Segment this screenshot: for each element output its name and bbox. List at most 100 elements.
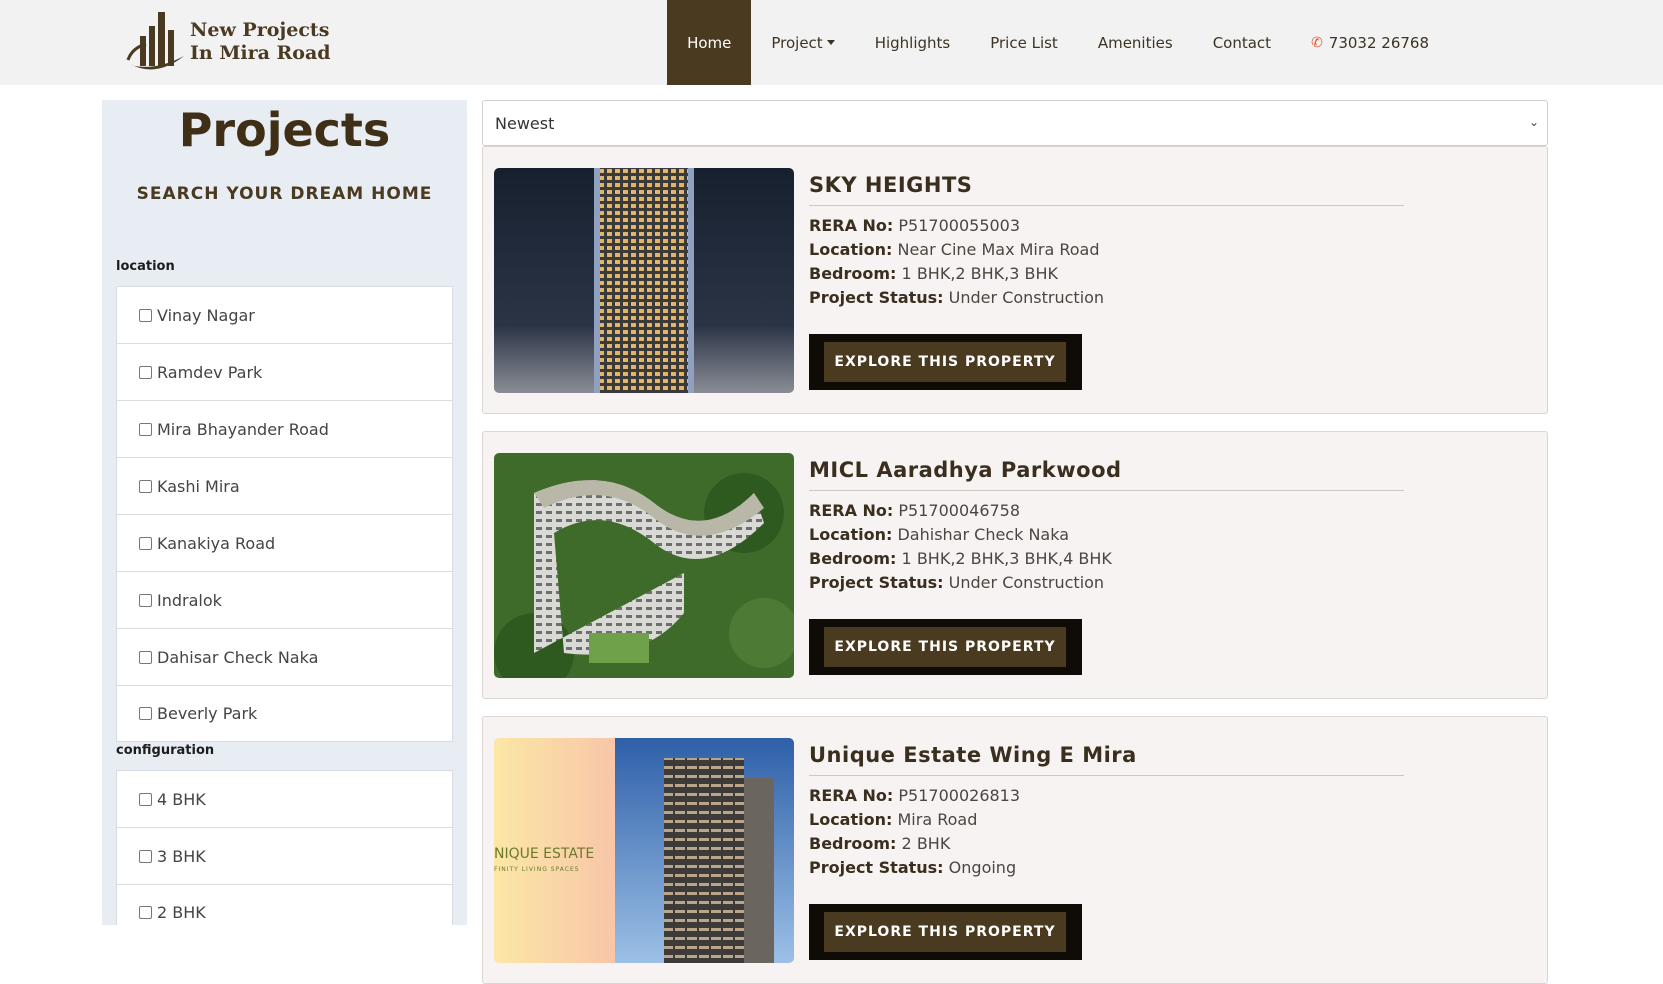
bedroom-label: Bedroom: [809,834,897,853]
bedroom-value: 1 BHK,2 BHK,3 BHK [901,264,1059,283]
nav-project-dropdown[interactable]: Project [751,0,854,85]
sort-selected-value: Newest [495,113,555,133]
project-image[interactable] [494,453,794,678]
explore-property-button[interactable]: EXPLORE THIS PROPERTY [809,904,1082,960]
checkbox[interactable] [139,792,152,806]
configuration-filter-list: 4 BHK 3 BHK 2 BHK [116,770,453,925]
status-value: Under Construction [948,573,1105,592]
sort-select[interactable]: Newest ⌄ [482,100,1548,146]
checkbox[interactable] [139,536,152,550]
location-option[interactable]: Beverly Park [116,685,453,742]
status-line: Project Status: Under Construction [809,286,1404,310]
bedroom-line: Bedroom: 2 BHK [809,832,1404,856]
building-logo-icon [126,12,184,70]
nav-price-list[interactable]: Price List [970,0,1078,85]
bedroom-value: 2 BHK [901,834,951,853]
location-filter-label: location [116,259,175,274]
status-line: Project Status: Ongoing [809,856,1404,880]
location-option[interactable]: Indralok [116,571,453,628]
location-option-label: Beverly Park [157,704,258,723]
caret-down-icon [826,40,835,45]
nav-amenities[interactable]: Amenities [1078,0,1193,85]
configuration-option-label: 4 BHK [157,789,206,809]
project-card: MICL Aaradhya Parkwood RERA No: P5170004… [482,431,1548,699]
rera-line: RERA No: P51700026813 [809,784,1404,808]
configuration-option-label: 2 BHK [157,903,206,922]
image-brand-text: NIQUE ESTATE [494,846,595,862]
rera-line: RERA No: P51700046758 [809,499,1404,523]
status-line: Project Status: Under Construction [809,571,1404,595]
project-title[interactable]: SKY HEIGHTS [809,173,1404,206]
logo-text: New Projects In Mira Road [190,19,331,65]
tower-night-image [494,168,794,393]
status-label: Project Status: [809,858,944,877]
nav-contact[interactable]: Contact [1193,0,1291,85]
configuration-option[interactable]: 2 BHK [116,884,453,925]
location-label: Location: [809,240,893,259]
checkbox[interactable] [139,650,152,664]
project-info: SKY HEIGHTS RERA No: P51700055003 Locati… [809,173,1404,310]
logo-line-2: In Mira Road [190,42,331,64]
bedroom-label: Bedroom: [809,549,897,568]
project-title[interactable]: MICL Aaradhya Parkwood [809,458,1404,491]
location-label: Location: [809,810,893,829]
explore-button-label: EXPLORE THIS PROPERTY [824,342,1066,382]
location-line: Location: Dahishar Check Naka [809,523,1404,547]
location-value: Dahishar Check Naka [897,525,1070,544]
chevron-down-icon: ⌄ [1528,115,1539,129]
rera-label: RERA No: [809,501,894,520]
bedroom-line: Bedroom: 1 BHK,2 BHK,3 BHK [809,262,1404,286]
checkbox[interactable] [139,422,152,436]
nav-home[interactable]: Home [667,0,752,85]
project-info: MICL Aaradhya Parkwood RERA No: P5170004… [809,458,1404,595]
project-title[interactable]: Unique Estate Wing E Mira [809,743,1404,776]
nav-highlights[interactable]: Highlights [855,0,971,85]
location-option[interactable]: Kashi Mira [116,457,453,514]
configuration-option-label: 3 BHK [157,846,206,866]
location-option-label: Mira Bhayander Road [157,419,329,439]
rera-value: P51700055003 [898,216,1021,235]
aerial-tower-image [494,453,794,678]
main-nav: Home Project Highlights Price List Ameni… [667,0,1449,85]
location-option-label: Indralok [157,590,222,610]
rera-value: P51700046758 [898,501,1021,520]
checkbox[interactable] [139,906,152,919]
location-option[interactable]: Kanakiya Road [116,514,453,571]
nav-phone[interactable]: ✆ 73032 26768 [1291,0,1449,85]
location-option[interactable]: Dahisar Check Naka [116,628,453,685]
location-option-label: Vinay Nagar [157,305,255,325]
site-header: New Projects In Mira Road Home Project H… [0,0,1663,85]
explore-property-button[interactable]: EXPLORE THIS PROPERTY [809,334,1082,390]
explore-property-button[interactable]: EXPLORE THIS PROPERTY [809,619,1082,675]
status-label: Project Status: [809,573,944,592]
bedroom-value: 1 BHK,2 BHK,3 BHK,4 BHK [901,549,1112,568]
project-image[interactable]: NIQUE ESTATE FINITY LIVING SPACES [494,738,794,963]
configuration-option[interactable]: 3 BHK [116,827,453,884]
checkbox[interactable] [139,593,152,607]
location-option-label: Ramdev Park [157,362,263,382]
location-option[interactable]: Ramdev Park [116,343,453,400]
location-line: Location: Near Cine Max Mira Road [809,238,1404,262]
site-logo[interactable]: New Projects In Mira Road [126,8,336,76]
project-info: Unique Estate Wing E Mira RERA No: P5170… [809,743,1404,880]
location-value: Mira Road [897,810,978,829]
sidebar-subtitle: SEARCH YOUR DREAM HOME [136,184,433,204]
checkbox[interactable] [139,308,152,322]
checkbox[interactable] [139,849,152,863]
checkbox[interactable] [139,479,152,493]
checkbox[interactable] [139,707,152,720]
configuration-option[interactable]: 4 BHK [116,770,453,827]
location-option[interactable]: Vinay Nagar [116,286,453,343]
location-option[interactable]: Mira Bhayander Road [116,400,453,457]
checkbox[interactable] [139,365,152,379]
location-value: Near Cine Max Mira Road [897,240,1100,259]
project-image[interactable] [494,168,794,393]
image-brand-tagline: FINITY LIVING SPACES [494,866,580,873]
bedroom-label: Bedroom: [809,264,897,283]
nav-project-label: Project [771,33,823,52]
phone-icon: ✆ [1311,34,1323,51]
status-value: Ongoing [948,858,1017,877]
location-label: Location: [809,525,893,544]
project-card: SKY HEIGHTS RERA No: P51700055003 Locati… [482,146,1548,414]
filter-sidebar: Projects SEARCH YOUR DREAM HOME location… [102,100,467,925]
